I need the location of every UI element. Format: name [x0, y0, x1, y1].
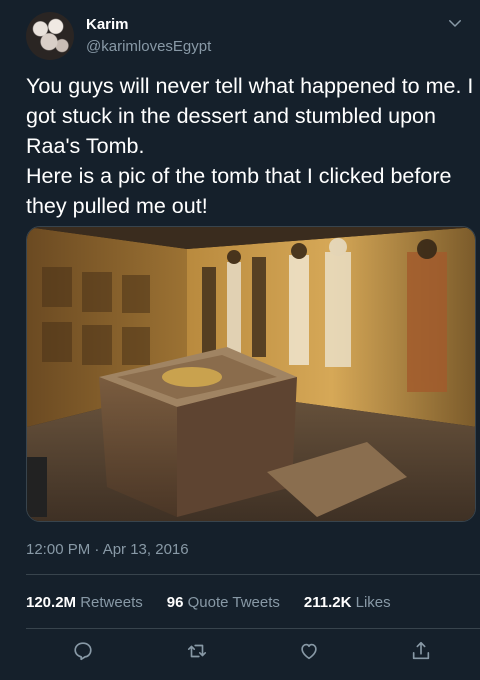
tweet-photo[interactable] — [26, 226, 476, 522]
retweets-count: 120.2M — [26, 594, 77, 611]
heart-icon[interactable] — [298, 640, 324, 666]
divider — [26, 574, 480, 575]
author-name[interactable]: Karim — [86, 16, 129, 33]
quotes-count: 96 — [166, 594, 184, 611]
author-handle[interactable]: @karimlovesEgypt — [86, 38, 211, 55]
likes-stat[interactable]: 211.2K Likes — [304, 594, 391, 611]
share-icon[interactable] — [410, 640, 436, 666]
retweets-stat[interactable]: 120.2M Retweets — [26, 594, 143, 611]
retweet-icon[interactable] — [186, 640, 212, 666]
quotes-label: Quote Tweets — [187, 594, 280, 611]
tweet-stats: 120.2M Retweets 96 Quote Tweets 211.2K L… — [26, 594, 391, 611]
quote-tweets-stat[interactable]: 96 Quote Tweets — [167, 594, 280, 611]
tweet-actions — [26, 640, 480, 670]
likes-count: 211.2K — [303, 594, 352, 611]
avatar[interactable] — [26, 12, 74, 60]
chevron-down-icon[interactable] — [446, 14, 464, 32]
tweet-header: Karim @karimlovesEgypt — [26, 10, 470, 60]
likes-label: Likes — [355, 594, 391, 611]
divider — [26, 628, 480, 629]
retweets-label: Retweets — [80, 594, 143, 611]
tweet-text: You guys will never tell what happened t… — [26, 74, 474, 218]
tweet-timestamp[interactable]: 12:00 PM · Apr 13, 2016 — [26, 541, 189, 558]
reply-icon[interactable] — [72, 640, 98, 666]
